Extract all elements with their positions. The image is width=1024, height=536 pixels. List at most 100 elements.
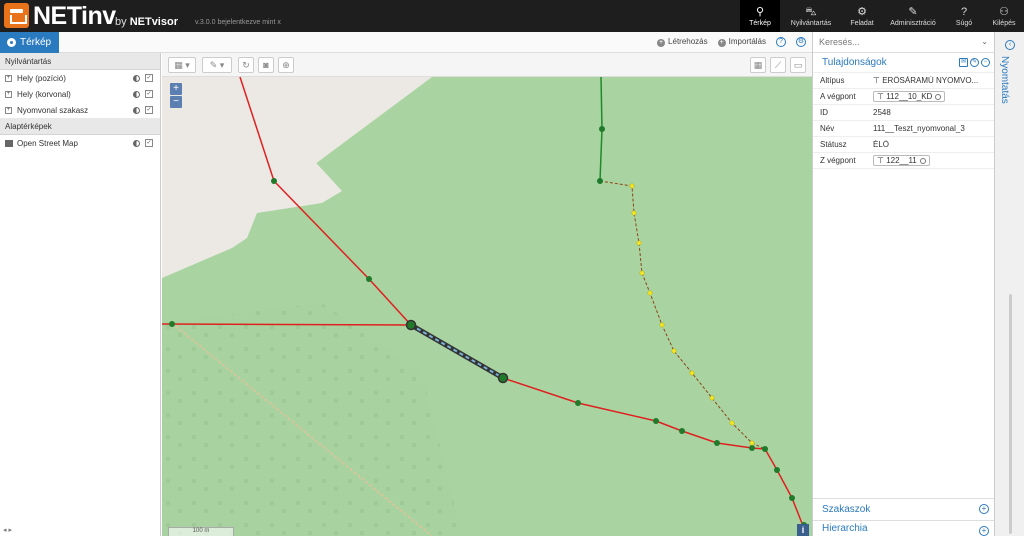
node[interactable] bbox=[366, 276, 372, 282]
people-icon: ⚇ bbox=[999, 5, 1009, 18]
scroll-arrows-icon[interactable]: ◂ ▸ bbox=[3, 526, 12, 534]
refresh-icon[interactable]: ↻ bbox=[238, 57, 254, 73]
opacity-icon[interactable] bbox=[133, 74, 140, 82]
layer-group-basemaps[interactable]: Alaptérképek bbox=[0, 118, 160, 135]
map-canvas[interactable]: ıı ıı bbox=[162, 53, 812, 536]
layer-group-registry[interactable]: Nyilvántartás bbox=[0, 53, 160, 70]
node[interactable] bbox=[709, 395, 715, 401]
node[interactable] bbox=[689, 370, 695, 376]
node[interactable] bbox=[762, 446, 768, 452]
node[interactable] bbox=[671, 348, 677, 354]
map-view[interactable]: ▦ ▾ ✎ ▾ ↻ ◙ ⊕ ▦ ⟋ ▭ ıı ıı bbox=[162, 53, 812, 536]
expand-icon[interactable]: + bbox=[5, 90, 12, 98]
layer-checkbox[interactable]: ✓ bbox=[145, 90, 153, 98]
endpoint-a-link[interactable]: ⊤ 112__10_KD bbox=[873, 91, 946, 102]
selected-endpoint[interactable] bbox=[405, 319, 417, 331]
scrollbar[interactable] bbox=[1009, 294, 1012, 534]
plus-circle-icon[interactable]: ⊕ bbox=[278, 57, 294, 73]
camera-icon[interactable]: ◙ bbox=[258, 57, 274, 73]
node[interactable] bbox=[271, 178, 277, 184]
plus-circle-icon[interactable]: + bbox=[979, 526, 989, 536]
basemap-item[interactable]: Open Street Map ✓ bbox=[0, 135, 160, 151]
section-segments[interactable]: Szakaszok + bbox=[813, 498, 995, 520]
node[interactable] bbox=[599, 126, 605, 132]
opacity-icon[interactable] bbox=[133, 139, 140, 147]
edit-icon[interactable]: ✎ bbox=[970, 58, 979, 67]
zoom-in-button[interactable]: + bbox=[170, 83, 182, 95]
plus-circle-icon[interactable]: + bbox=[979, 504, 989, 514]
zoom-controls: + − bbox=[170, 83, 182, 109]
search-input[interactable]: Keresés... ⌄ bbox=[813, 32, 994, 53]
create-button[interactable]: + Létrehozás bbox=[657, 37, 708, 47]
node[interactable] bbox=[639, 270, 645, 276]
layer-checkbox[interactable]: ✓ bbox=[145, 139, 153, 147]
prop-row: A végpont ⊤ 112__10_KD bbox=[813, 89, 994, 105]
draw-select-icon[interactable]: ✎ ▾ bbox=[202, 57, 232, 73]
import-button[interactable]: + Importálás bbox=[717, 37, 766, 47]
selected-endpoint[interactable] bbox=[497, 372, 509, 384]
nav-task[interactable]: ⚙ Feladat bbox=[842, 0, 882, 32]
grid-icon[interactable]: ▦ bbox=[750, 57, 766, 73]
minus-icon[interactable]: − bbox=[981, 58, 990, 67]
settings-circle-icon[interactable]: ⚙ bbox=[796, 37, 806, 47]
subtype-icon: ⊤ bbox=[873, 76, 883, 85]
node[interactable] bbox=[714, 440, 720, 446]
pole-icon: ⊤ bbox=[877, 156, 887, 165]
node[interactable] bbox=[647, 290, 653, 296]
node[interactable] bbox=[653, 418, 659, 424]
node[interactable] bbox=[749, 445, 755, 451]
print-tab[interactable]: Nyomtatás bbox=[999, 56, 1010, 104]
opacity-icon[interactable] bbox=[133, 90, 140, 98]
node[interactable] bbox=[575, 400, 581, 406]
locate-icon[interactable] bbox=[919, 157, 926, 164]
section-hierarchy[interactable]: Hierarchia + bbox=[813, 520, 995, 536]
fullscreen-icon[interactable]: ▭ bbox=[790, 57, 806, 73]
nav-registry[interactable]: ⛍ Nyilvántartás bbox=[780, 0, 842, 32]
mail-icon[interactable]: ✉ bbox=[959, 58, 968, 67]
node[interactable] bbox=[169, 321, 175, 327]
node[interactable] bbox=[789, 495, 795, 501]
nav-admin[interactable]: ✎ Adminisztráció bbox=[882, 0, 944, 32]
node[interactable] bbox=[679, 428, 685, 434]
scale-bar: 100 m bbox=[168, 527, 234, 536]
car-icon: ⛍ bbox=[805, 5, 817, 18]
help-circle-icon[interactable]: ? bbox=[776, 37, 786, 47]
nav-logout[interactable]: ⚇ Kilépés bbox=[984, 0, 1024, 32]
node[interactable] bbox=[636, 240, 642, 246]
info-button[interactable]: i bbox=[797, 524, 809, 536]
layer-checkbox[interactable]: ✓ bbox=[145, 106, 153, 114]
prop-row: Név 111__Teszt_nyomvonal_3 bbox=[813, 121, 994, 137]
nav-help[interactable]: ? Súgó bbox=[944, 0, 984, 32]
globe-icon bbox=[7, 38, 16, 47]
node[interactable] bbox=[631, 210, 637, 216]
cable-line[interactable] bbox=[162, 323, 412, 326]
locate-icon[interactable] bbox=[935, 93, 942, 100]
layer-item[interactable]: + Hely (korvonal) ✓ bbox=[0, 86, 160, 102]
chevron-down-icon[interactable]: ⌄ bbox=[981, 37, 988, 46]
zoom-out-button[interactable]: − bbox=[170, 96, 182, 108]
nav-map[interactable]: ⚲ Térkép bbox=[740, 0, 780, 32]
layer-select-icon[interactable]: ▦ ▾ bbox=[168, 57, 196, 73]
app-by: by NETvisor bbox=[115, 16, 178, 28]
node[interactable] bbox=[597, 178, 603, 184]
layer-checkbox[interactable]: ✓ bbox=[145, 74, 153, 82]
node[interactable] bbox=[629, 183, 635, 189]
node[interactable] bbox=[659, 322, 665, 328]
opacity-icon[interactable] bbox=[133, 106, 140, 114]
tab-map[interactable]: Térkép bbox=[0, 32, 59, 53]
ruler-icon[interactable]: ⟋ bbox=[770, 57, 786, 73]
properties-header: Tulajdonságok ✉ ✎ − bbox=[813, 53, 994, 73]
properties-actions: ✉ ✎ − bbox=[959, 58, 990, 67]
node[interactable] bbox=[729, 420, 735, 426]
endpoint-z-link[interactable]: ⊤ 122__11 bbox=[873, 155, 930, 166]
expand-icon[interactable]: + bbox=[5, 106, 12, 114]
node[interactable] bbox=[749, 440, 755, 446]
arrow-circle-icon[interactable]: ‹ bbox=[1005, 40, 1015, 50]
sub-actions: + Létrehozás + Importálás ? ⚙ bbox=[657, 37, 806, 47]
app-version: v.3.0.0 bejelentkezve mint x bbox=[195, 19, 281, 26]
node[interactable] bbox=[774, 467, 780, 473]
layer-item[interactable]: + Nyomvonal szakasz ✓ bbox=[0, 102, 160, 118]
expand-icon[interactable]: + bbox=[5, 74, 12, 82]
layer-item[interactable]: + Hely (pozíció) ✓ bbox=[0, 70, 160, 86]
help-icon: ? bbox=[960, 5, 968, 18]
